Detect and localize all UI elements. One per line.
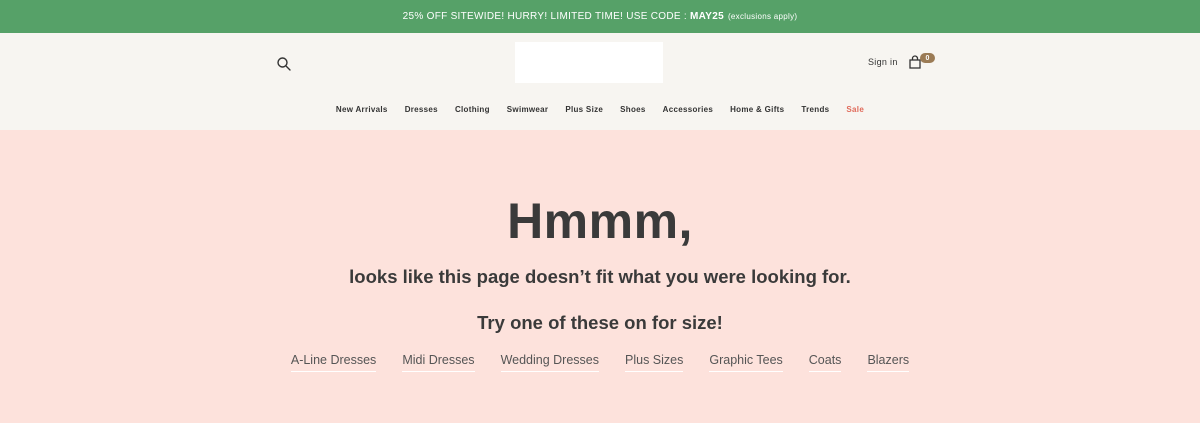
nav-item-trends[interactable]: Trends [793, 105, 838, 114]
site-header: Sign in 0 New Arrivals Dresses Clothing … [0, 33, 1200, 130]
suggested-link-coats[interactable]: Coats [808, 353, 842, 372]
promo-code: MAY25 [690, 11, 724, 22]
suggested-link-a-line-dresses[interactable]: A-Line Dresses [290, 353, 377, 372]
promo-text: 25% OFF SITEWIDE! HURRY! LIMITED TIME! U… [402, 11, 687, 22]
main-nav: New Arrivals Dresses Clothing Swimwear P… [0, 105, 1200, 114]
nav-item-home-gifts[interactable]: Home & Gifts [722, 105, 793, 114]
cart-count-badge: 0 [920, 53, 935, 63]
page-subheading: looks like this page doesn’t fit what yo… [349, 266, 851, 287]
promo-banner: 25% OFF SITEWIDE! HURRY! LIMITED TIME! U… [0, 0, 1200, 33]
not-found-section: Hmmm, looks like this page doesn’t fit w… [0, 130, 1200, 423]
suggested-links: A-Line Dresses Midi Dresses Wedding Dres… [0, 353, 1200, 372]
nav-item-shoes[interactable]: Shoes [612, 105, 655, 114]
promo-note: (exclusions apply) [727, 12, 798, 21]
search-icon[interactable] [276, 56, 292, 72]
page-title: Hmmm, [507, 193, 693, 249]
nav-item-clothing[interactable]: Clothing [446, 105, 498, 114]
nav-item-new-arrivals[interactable]: New Arrivals [327, 105, 396, 114]
suggested-link-midi-dresses[interactable]: Midi Dresses [402, 353, 475, 372]
suggested-link-plus-sizes[interactable]: Plus Sizes [625, 353, 684, 372]
suggestion-heading: Try one of these on for size! [477, 312, 723, 333]
nav-item-sale[interactable]: Sale [838, 105, 873, 114]
site-logo[interactable] [515, 42, 663, 83]
suggested-link-blazers[interactable]: Blazers [867, 353, 910, 372]
nav-item-accessories[interactable]: Accessories [654, 105, 721, 114]
nav-item-swimwear[interactable]: Swimwear [498, 105, 557, 114]
nav-item-plus-size[interactable]: Plus Size [557, 105, 612, 114]
suggested-link-wedding-dresses[interactable]: Wedding Dresses [500, 353, 599, 372]
suggested-link-graphic-tees[interactable]: Graphic Tees [709, 353, 783, 372]
sign-in-link[interactable]: Sign in [868, 57, 898, 67]
nav-item-dresses[interactable]: Dresses [396, 105, 446, 114]
